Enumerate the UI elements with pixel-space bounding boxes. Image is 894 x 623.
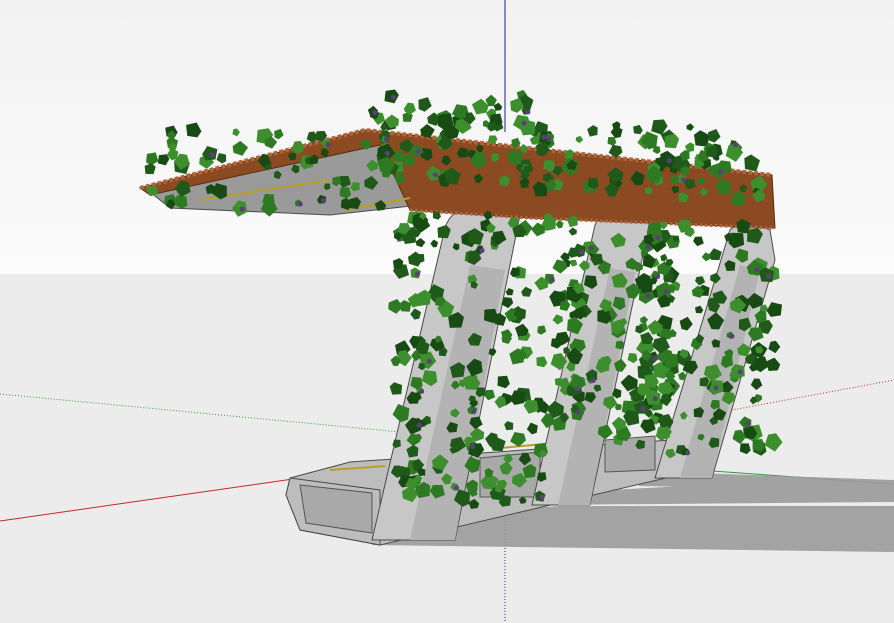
ivy-flower (545, 136, 551, 142)
ivy-flower (426, 358, 432, 364)
ivy-flower (745, 421, 751, 427)
ivy-flower (239, 206, 245, 212)
ivy-flower (415, 149, 421, 155)
ivy-flower (733, 142, 739, 148)
ivy-flower (325, 141, 331, 147)
ivy-flower (321, 198, 327, 204)
ivy-flower (652, 396, 658, 402)
ivy-flower (454, 485, 460, 491)
3d-viewport[interactable] (0, 0, 894, 623)
ivy-flower (541, 134, 547, 140)
ivy-flower (297, 201, 303, 207)
ivy-flower (372, 109, 378, 115)
ivy-flower (549, 277, 555, 283)
ivy-flower (419, 388, 425, 394)
ivy-flower (663, 289, 669, 295)
ivy-flower (575, 409, 581, 415)
ivy-flower (384, 150, 390, 156)
ivy-flower (654, 235, 660, 241)
ivy-flower (680, 177, 686, 183)
ivy-flower (209, 152, 215, 158)
ivy-flower (432, 172, 438, 178)
ivy-flower (718, 168, 724, 174)
ivy-flower (470, 444, 476, 450)
ivy-flower (588, 245, 594, 251)
scene-canvas[interactable] (0, 0, 894, 623)
ivy-flower (640, 406, 646, 412)
ivy-flower (754, 266, 760, 272)
ivy-flower (579, 249, 585, 255)
ivy-flower (652, 356, 658, 362)
ivy-flower (666, 157, 672, 163)
ivy-flower (713, 385, 719, 391)
ivy-flower (766, 273, 772, 279)
ivy-flower (414, 271, 420, 277)
ivy-flower (685, 450, 691, 456)
ivy-flower (539, 494, 545, 500)
ivy-flower (471, 408, 477, 414)
ivy-flower (574, 386, 580, 392)
ivy-flower (590, 377, 596, 383)
ivy-flower (390, 94, 396, 100)
ivy-flower (737, 369, 743, 375)
ivy-flower (479, 248, 485, 254)
ivy-flower (729, 333, 735, 339)
ivy-flower (521, 120, 527, 126)
ivy-flower (655, 273, 661, 279)
ivy-flower (645, 293, 651, 299)
ivy-flower (383, 136, 389, 142)
ivy-flower (645, 244, 651, 250)
ivy-flower (416, 422, 422, 428)
ivy-flower (525, 109, 531, 115)
